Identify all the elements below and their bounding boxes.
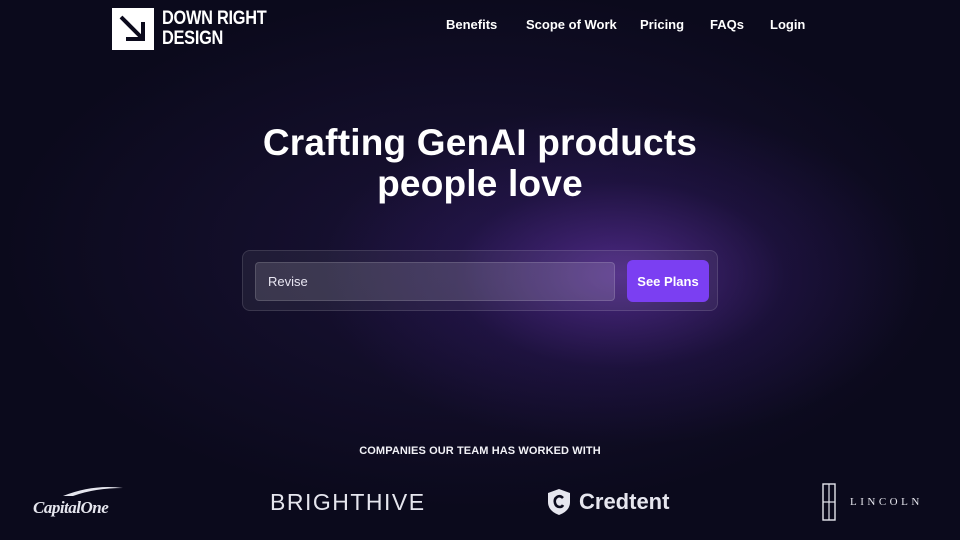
credtent-text: Credtent: [579, 489, 670, 514]
capital-one-text: CapitalOne: [33, 498, 109, 517]
logo-wordmark: DOWN RIGHT DESIGN: [162, 9, 267, 49]
revise-input[interactable]: [255, 262, 615, 301]
brighthive-logo: BRIGHTHIVE: [270, 482, 426, 522]
nav-benefits[interactable]: Benefits: [446, 16, 497, 34]
nav-scope-of-work[interactable]: Scope of Work: [526, 16, 617, 34]
nav-login[interactable]: Login: [770, 16, 805, 34]
logo-line-1: DOWN RIGHT: [162, 8, 267, 29]
lincoln-star-icon: [822, 483, 836, 521]
nav-pricing[interactable]: Pricing: [640, 16, 684, 34]
hero-title-line-2: people love: [377, 163, 583, 204]
nav-faqs[interactable]: FAQs: [710, 16, 744, 34]
capital-one-logo: CapitalOne: [33, 482, 123, 522]
companies-heading: COMPANIES OUR TEAM HAS WORKED WITH: [359, 445, 601, 457]
brighthive-text: BRIGHTHIVE: [270, 488, 426, 515]
plan-form: See Plans: [242, 250, 718, 311]
see-plans-button[interactable]: See Plans: [627, 260, 709, 302]
hero-title-line-1: Crafting GenAI products: [262, 122, 698, 163]
credtent-logo: Credtent: [547, 482, 669, 522]
hero-title: Crafting GenAI products people love: [0, 122, 960, 204]
site-logo[interactable]: DOWN RIGHT DESIGN: [112, 8, 284, 50]
lincoln-text: LINCOLN: [850, 496, 923, 508]
lincoln-logo: LINCOLN: [822, 482, 923, 522]
arrow-down-right-icon: [112, 8, 154, 50]
logo-line-2: DESIGN: [162, 28, 224, 49]
shield-c-icon: [548, 489, 570, 515]
